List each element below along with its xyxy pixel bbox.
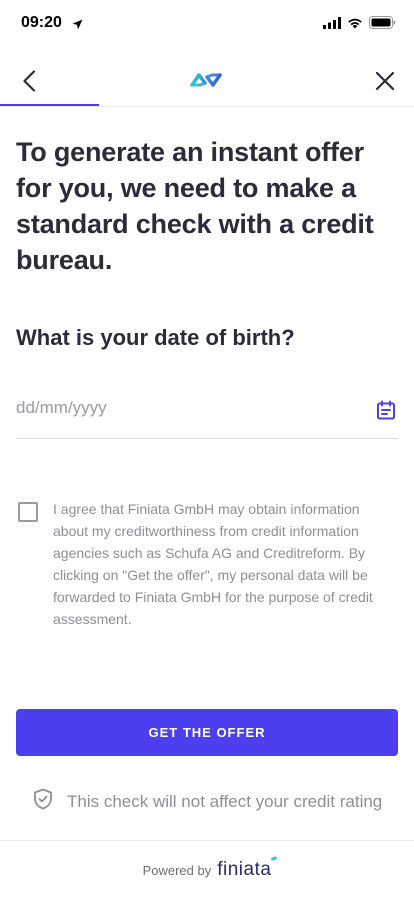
date-of-birth-question: What is your date of birth? [16,325,295,350]
chevron-left-icon [23,70,36,92]
credit-rating-note: This check will not affect your credit r… [33,788,382,815]
get-the-offer-button[interactable]: GET THE OFFER [16,709,398,756]
cellular-signal-icon [323,16,341,34]
close-button[interactable] [370,66,400,96]
top-navigation [0,58,414,107]
status-icons [323,16,396,34]
consent-text: I agree that Finiata GmbH may obtain inf… [53,501,373,627]
status-bar: 09:20 [0,0,414,50]
brand-accent-mark [271,856,278,861]
progress-bar [0,104,100,106]
finiata-brand-logo: finiata [217,856,278,881]
date-of-birth-input[interactable] [16,398,356,418]
powered-by-label: Powered by [142,863,212,878]
battery-icon [369,16,396,34]
finiata-brand-text: finiata [217,859,272,880]
status-time: 09:20 [21,14,62,31]
powered-by: Powered by finiata [0,856,414,881]
shield-check-icon [33,788,53,815]
back-button[interactable] [14,66,44,96]
close-icon [375,71,395,91]
credit-rating-note-text: This check will not affect your credit r… [67,791,383,811]
date-of-birth-field [16,388,398,439]
location-arrow-icon [72,17,83,35]
footer: Powered by finiata [0,840,414,897]
wifi-icon [347,16,363,34]
consent-checkbox[interactable] [18,502,38,522]
page-headline: To generate an instant offer for you, we… [16,137,374,275]
calendar-icon[interactable] [376,400,396,425]
finiata-infinity-logo [188,68,224,97]
